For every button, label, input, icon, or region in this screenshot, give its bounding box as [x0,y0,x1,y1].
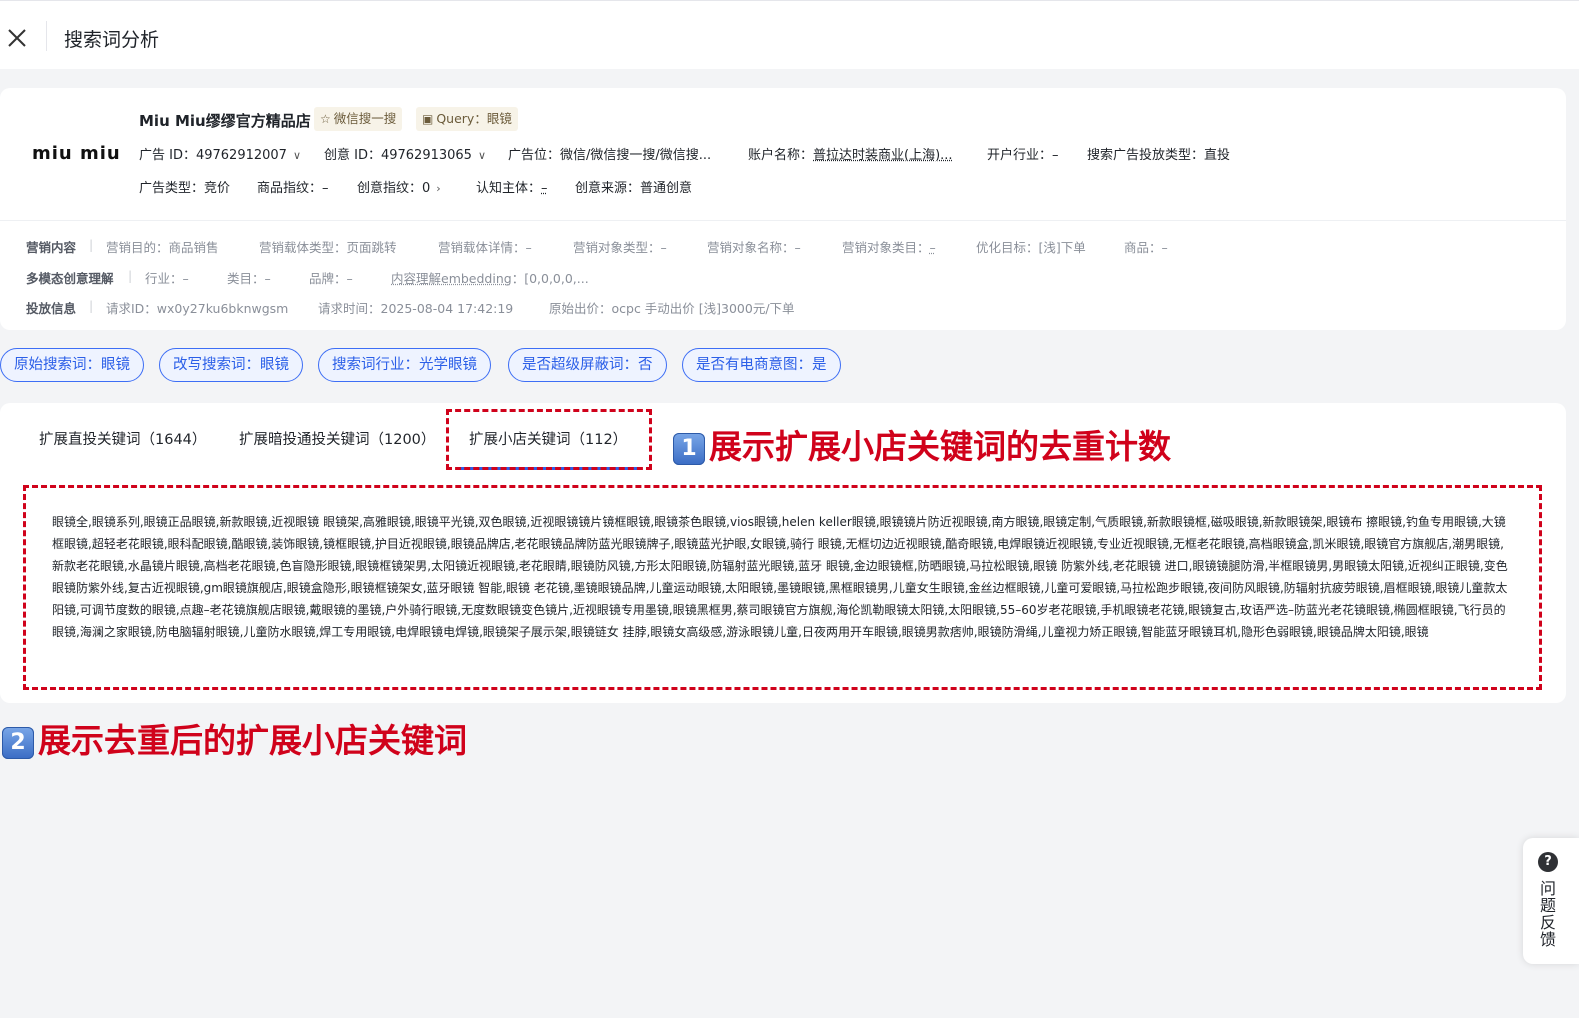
creative-index-link[interactable]: 创意指纹：0 › [357,177,441,196]
divider: | [89,298,94,313]
feedback-label: 问题反馈 [1539,879,1556,949]
highlight-box-tab [446,409,652,470]
annotation-2: 2 展示去重后的扩展小店关键词 [2,714,467,762]
object-type: 营销对象类型：– [573,240,667,255]
pill-original-query[interactable]: 原始搜索词：眼镜 [0,348,144,382]
divider: | [128,268,133,283]
question-icon: ? [1538,852,1558,872]
pill-ecommerce-intent[interactable]: 是否有电商意图：是 [682,348,841,382]
mm-industry: 行业：– [145,271,189,286]
creative-id-dropdown[interactable]: 创意 ID：49762913065 ∨ [324,144,486,163]
search-box-icon: ▣ [422,112,434,126]
marketing-purpose: 营销目的：商品销售 [106,240,219,255]
divider: | [89,237,94,252]
header-divider [46,21,47,51]
multimodal-label: 多模态创意理解 [26,271,114,286]
object-name: 营销对象名称：– [707,240,801,255]
account-name: 账户名称：普拉达时装商业(上海)... [748,148,953,163]
carrier-detail: 营销载体详情：– [438,240,532,255]
creative-source: 创意来源：普通创意 [575,181,693,196]
ad-id-dropdown[interactable]: 广告 ID：49762912007 ∨ [139,144,301,163]
card-divider [0,220,1566,221]
optimize-goal: 优化目标：[浅]下单 [976,240,1086,255]
chevron-down-icon: ∨ [292,149,302,162]
close-icon[interactable] [4,25,30,51]
account-name-link[interactable]: 普拉达时装商业(上海)... [813,148,953,163]
original-bid: 原始出价：ocpc 手动出价 [浅]3000元/下单 [549,301,795,316]
brand-logo: miu miu [32,143,121,164]
ad-position: 广告位：微信/微信搜一搜/微信搜... [508,148,712,163]
object-category: 营销对象类目：– [842,240,936,255]
annotation-1: 1 展示扩展小店关键词的去重计数 [673,420,1171,468]
wechat-search-tag: ☆ 微信搜一搜 [314,107,403,131]
embedding: 内容理解embedding：[0,0,0,0,... [391,271,589,286]
store-name: Miu Miu缪缪官方精品店 [139,112,311,130]
tab-dark-keywords[interactable]: 扩展暗投通投关键词（1200） [239,428,435,449]
top-bar: 搜索词分析 [0,0,1579,69]
request-id: 请求ID：wx0y27ku6bknwgsm [106,301,289,316]
delivery-label: 投放信息 [26,301,77,316]
embedding-link[interactable]: 内容理解embedding [391,271,512,286]
feedback-button[interactable]: ? 问题反馈 [1523,838,1579,964]
chevron-right-icon: › [436,182,441,195]
tab-direct-keywords[interactable]: 扩展直投关键词（1644） [39,428,206,449]
pill-super-block[interactable]: 是否超级屏蔽词：否 [508,348,667,382]
number-2-badge: 2 [2,726,34,759]
delivery-type: 搜索广告投放类型：直投 [1087,148,1231,163]
number-1-badge: 1 [673,432,705,465]
chevron-down-icon: ∨ [477,149,487,162]
account-industry: 开户行业：– [987,148,1059,163]
mm-brand: 品牌：– [309,271,353,286]
product-index: 商品指纹：– [257,181,329,196]
ad-info-card: miu miu Miu Miu缪缪官方精品店 ☆ 微信搜一搜 ▣ Query：眼镜 … [0,88,1566,330]
request-time: 请求时间：2025-08-04 17:42:19 [318,301,514,316]
ad-type: 广告类型：竞价 [139,181,231,196]
star-icon: ☆ [320,112,331,126]
page-title: 搜索词分析 [64,29,160,51]
mm-category: 类目：– [227,271,271,286]
carrier-type: 营销载体类型：页面跳转 [259,240,397,255]
product: 商品：– [1124,240,1168,255]
cognitive-subject: 认知主体：– [476,181,548,196]
pill-rewritten-query[interactable]: 改写搜索词：眼镜 [159,348,303,382]
shop-keywords-list: 眼镜全,眼镜系列,眼镜正品眼镜,新款眼镜,近视眼镜 眼镜架,高雅眼镜,眼镜平光镜… [52,515,1508,639]
pill-query-industry[interactable]: 搜索词行业：光学眼镜 [318,348,491,382]
marketing-label: 营销内容 [26,240,77,255]
query-tag: ▣ Query：眼镜 [416,107,518,131]
